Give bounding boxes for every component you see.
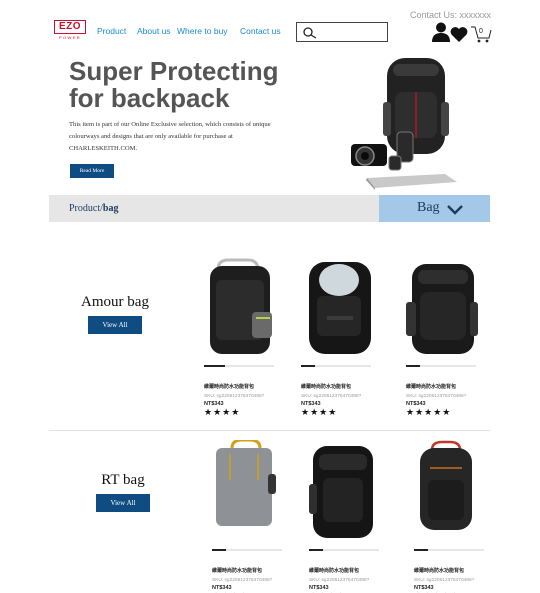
product-card[interactable]: 維爾時尚防水功能背包 SKU: sg220612375470498? NT$34… bbox=[212, 438, 304, 593]
logo-subtext: POWER bbox=[58, 35, 82, 40]
product-image bbox=[406, 264, 478, 354]
progress-fill bbox=[204, 365, 225, 367]
logo-text: EZO bbox=[54, 20, 86, 34]
brand-logo[interactable]: EZO POWER bbox=[54, 20, 86, 40]
category-title: Amour bag bbox=[81, 294, 149, 310]
product-image bbox=[210, 258, 272, 354]
product-image bbox=[420, 440, 472, 530]
progress-bar bbox=[309, 549, 379, 551]
rating-stars: ★★★★★ bbox=[406, 407, 452, 417]
progress-fill bbox=[406, 365, 420, 367]
product-image bbox=[309, 262, 371, 354]
progress-fill bbox=[414, 549, 428, 551]
breadcrumb-root[interactable]: Product/ bbox=[69, 203, 103, 214]
product-name: 維爾時尚防水功能背包 bbox=[212, 568, 263, 574]
product-card[interactable]: 維爾時尚防水功能背包 SKU: sg220612375470498? NT$34… bbox=[309, 440, 401, 593]
progress-bar bbox=[212, 549, 282, 551]
nav-where-to-buy[interactable]: Where to buy bbox=[177, 26, 228, 36]
product-sku: SKU: sg220612375470498? bbox=[301, 394, 362, 399]
search-input[interactable] bbox=[321, 25, 385, 39]
product-sku: SKU: sg220612375470498? bbox=[414, 578, 475, 583]
breadcrumb: Product/bag bbox=[69, 203, 118, 214]
product-image bbox=[216, 438, 276, 526]
product-name: 維爾時尚防水功能背包 bbox=[309, 568, 360, 574]
category-dropdown[interactable]: Bag bbox=[379, 195, 490, 222]
product-card[interactable]: 維爾時尚防水功能背包 SKU: sg220612375470498? NT$34… bbox=[301, 256, 393, 417]
rating-stars: ★★★★ bbox=[204, 407, 241, 417]
progress-bar bbox=[301, 365, 371, 367]
breadcrumb-current: bag bbox=[102, 203, 119, 214]
read-more-button[interactable]: Read More bbox=[70, 164, 114, 178]
cart-count: 0 bbox=[479, 28, 483, 35]
user-icon[interactable] bbox=[432, 22, 450, 42]
hero-title: Super Protecting for backpack bbox=[69, 56, 279, 113]
nav-about-us[interactable]: About us bbox=[137, 26, 171, 36]
search-box[interactable] bbox=[296, 22, 388, 42]
product-sku: SKU: sg220612375470498? bbox=[212, 578, 273, 583]
progress-bar bbox=[414, 549, 484, 551]
product-name: 維爾時尚防水功能背包 bbox=[301, 384, 352, 390]
product-card[interactable]: 維爾時尚防水功能背包 SKU: sg220612375470498? NT$34… bbox=[414, 440, 506, 593]
product-name: 維爾時尚防水功能背包 bbox=[406, 384, 457, 390]
product-card[interactable]: 維爾時尚防水功能背包 SKU: sg220612375470498? NT$34… bbox=[406, 256, 498, 417]
contact-info: Contact Us: xxxxxxx bbox=[410, 10, 492, 20]
product-image bbox=[309, 446, 373, 538]
section-divider bbox=[49, 430, 490, 431]
product-card[interactable]: 維爾時尚防水功能背包 SKU: sg220612375470498? NT$34… bbox=[204, 256, 296, 417]
breadcrumb-bar: Product/bag Bag bbox=[49, 195, 490, 222]
category-title: RT bag bbox=[101, 472, 145, 488]
product-sku: SKU: sg220612375470498? bbox=[204, 394, 265, 399]
heart-icon[interactable] bbox=[450, 26, 468, 42]
category-dropdown-label: Bag bbox=[417, 200, 440, 215]
chevron-down-icon bbox=[447, 205, 463, 215]
cart-icon[interactable]: 0 bbox=[470, 24, 492, 44]
progress-fill bbox=[212, 549, 226, 551]
progress-bar bbox=[204, 365, 274, 367]
hero-description: This item is part of our Online Exclusiv… bbox=[69, 121, 271, 152]
product-name: 維爾時尚防水功能背包 bbox=[414, 568, 465, 574]
nav-contact-us[interactable]: Contact us bbox=[240, 26, 281, 36]
search-icon[interactable] bbox=[303, 27, 317, 39]
view-all-button[interactable]: View All bbox=[96, 494, 150, 512]
progress-bar bbox=[406, 365, 476, 367]
product-name: 維爾時尚防水功能背包 bbox=[204, 384, 255, 390]
product-sku: SKU: sg220612375470498? bbox=[406, 394, 467, 399]
progress-fill bbox=[301, 365, 315, 367]
progress-fill bbox=[309, 549, 323, 551]
view-all-button[interactable]: View All bbox=[88, 316, 142, 334]
hero-backpack-image bbox=[351, 58, 457, 190]
nav-product[interactable]: Product bbox=[97, 26, 126, 36]
rating-stars: ★★★★ bbox=[301, 407, 338, 417]
product-sku: SKU: sg220612375470498? bbox=[309, 578, 370, 583]
